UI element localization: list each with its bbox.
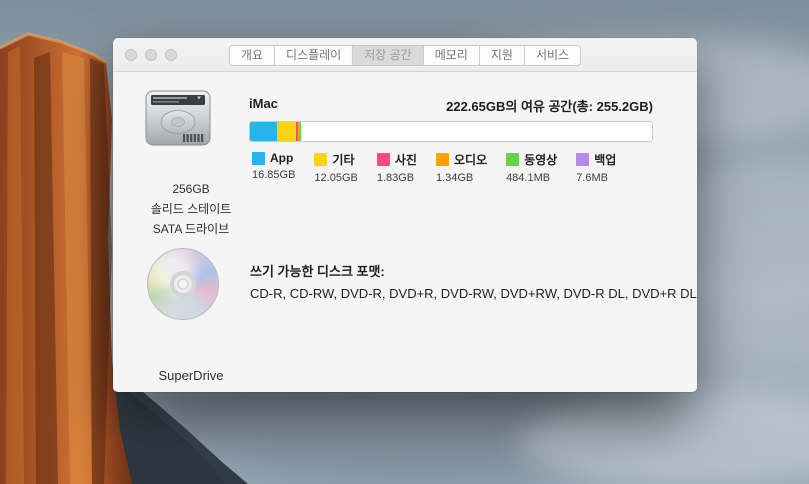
writable-formats-title: 쓰기 가능한 디스크 포맷: <box>250 261 385 280</box>
minimize-button[interactable] <box>145 49 157 61</box>
drive-type-line: 솔리드 스테이트 <box>115 199 267 219</box>
drive-capacity: 256GB <box>115 179 267 199</box>
writable-formats-list: CD-R, CD-RW, DVD-R, DVD+R, DVD-RW, DVD+R… <box>250 286 697 301</box>
tab-0[interactable]: 개요 <box>230 46 275 65</box>
legend-item-App: App 16.85GB <box>252 151 295 184</box>
tab-3[interactable]: 메모리 <box>424 46 480 65</box>
legend-label: 오디오 <box>454 151 487 168</box>
disc-hole <box>178 279 189 290</box>
storage-usage-bar <box>249 121 653 142</box>
legend-value: 1.34GB <box>436 172 487 184</box>
legend-label: 기타 <box>332 151 354 168</box>
legend-value: 7.6MB <box>576 172 616 184</box>
bar-segment-App <box>250 122 277 141</box>
bar-segment-기타 <box>277 122 296 141</box>
legend-label: 백업 <box>594 151 616 168</box>
legend-value: 16.85GB <box>252 169 295 181</box>
legend-swatch <box>252 152 265 165</box>
legend-item-오디오: 오디오 1.34GB <box>436 151 487 184</box>
legend-label: 동영상 <box>524 151 557 168</box>
traffic-lights <box>125 49 177 61</box>
drive-bus-line: SATA 드라이브 <box>115 219 267 239</box>
legend-swatch <box>436 153 449 166</box>
legend-swatch <box>576 153 589 166</box>
storage-header: iMac 222.65GB의 여유 공간(총: 255.2GB) <box>249 96 653 115</box>
storage-legend: App 16.85GB 기타 12.05GB 사진 1.83GB 오디오 1.34GB 동영상 4… <box>252 151 616 184</box>
free-space-text: 222.65GB의 여유 공간(총: 255.2GB) <box>446 96 653 115</box>
device-name: iMac <box>249 96 278 115</box>
legend-label: 사진 <box>395 151 417 168</box>
legend-label: App <box>270 151 293 165</box>
legend-value: 12.05GB <box>314 172 357 184</box>
legend-swatch <box>506 153 519 166</box>
legend-swatch <box>314 153 327 166</box>
storage-pane: 256GB 솔리드 스테이트 SATA 드라이브 iMac 222.65GB의 … <box>113 72 697 391</box>
legend-item-동영상: 동영상 484.1MB <box>506 151 557 184</box>
legend-swatch <box>377 153 390 166</box>
legend-item-백업: 백업 7.6MB <box>576 151 616 184</box>
legend-item-기타: 기타 12.05GB <box>314 151 357 184</box>
window-titlebar[interactable]: 개요디스플레이저장 공간메모리지원서비스 <box>113 38 697 72</box>
legend-value: 1.83GB <box>377 172 417 184</box>
desktop: 개요디스플레이저장 공간메모리지원서비스 <box>0 0 809 484</box>
zoom-button[interactable] <box>165 49 177 61</box>
superdrive-disc-icon <box>147 248 219 320</box>
tab-5[interactable]: 서비스 <box>525 46 580 65</box>
tab-4[interactable]: 지원 <box>480 46 525 65</box>
close-button[interactable] <box>125 49 137 61</box>
legend-item-사진: 사진 1.83GB <box>377 151 417 184</box>
tab-1[interactable]: 디스플레이 <box>275 46 353 65</box>
legend-value: 484.1MB <box>506 172 557 184</box>
tab-2[interactable]: 저장 공간 <box>353 46 424 65</box>
superdrive-label: SuperDrive <box>115 368 267 383</box>
bar-segment-동영상 <box>300 122 301 141</box>
drive-caption: 256GB 솔리드 스테이트 SATA 드라이브 <box>115 179 267 239</box>
tab-bar: 개요디스플레이저장 공간메모리지원서비스 <box>229 45 581 66</box>
hard-drive-icon <box>143 86 213 155</box>
about-mac-window: 개요디스플레이저장 공간메모리지원서비스 <box>113 38 697 392</box>
